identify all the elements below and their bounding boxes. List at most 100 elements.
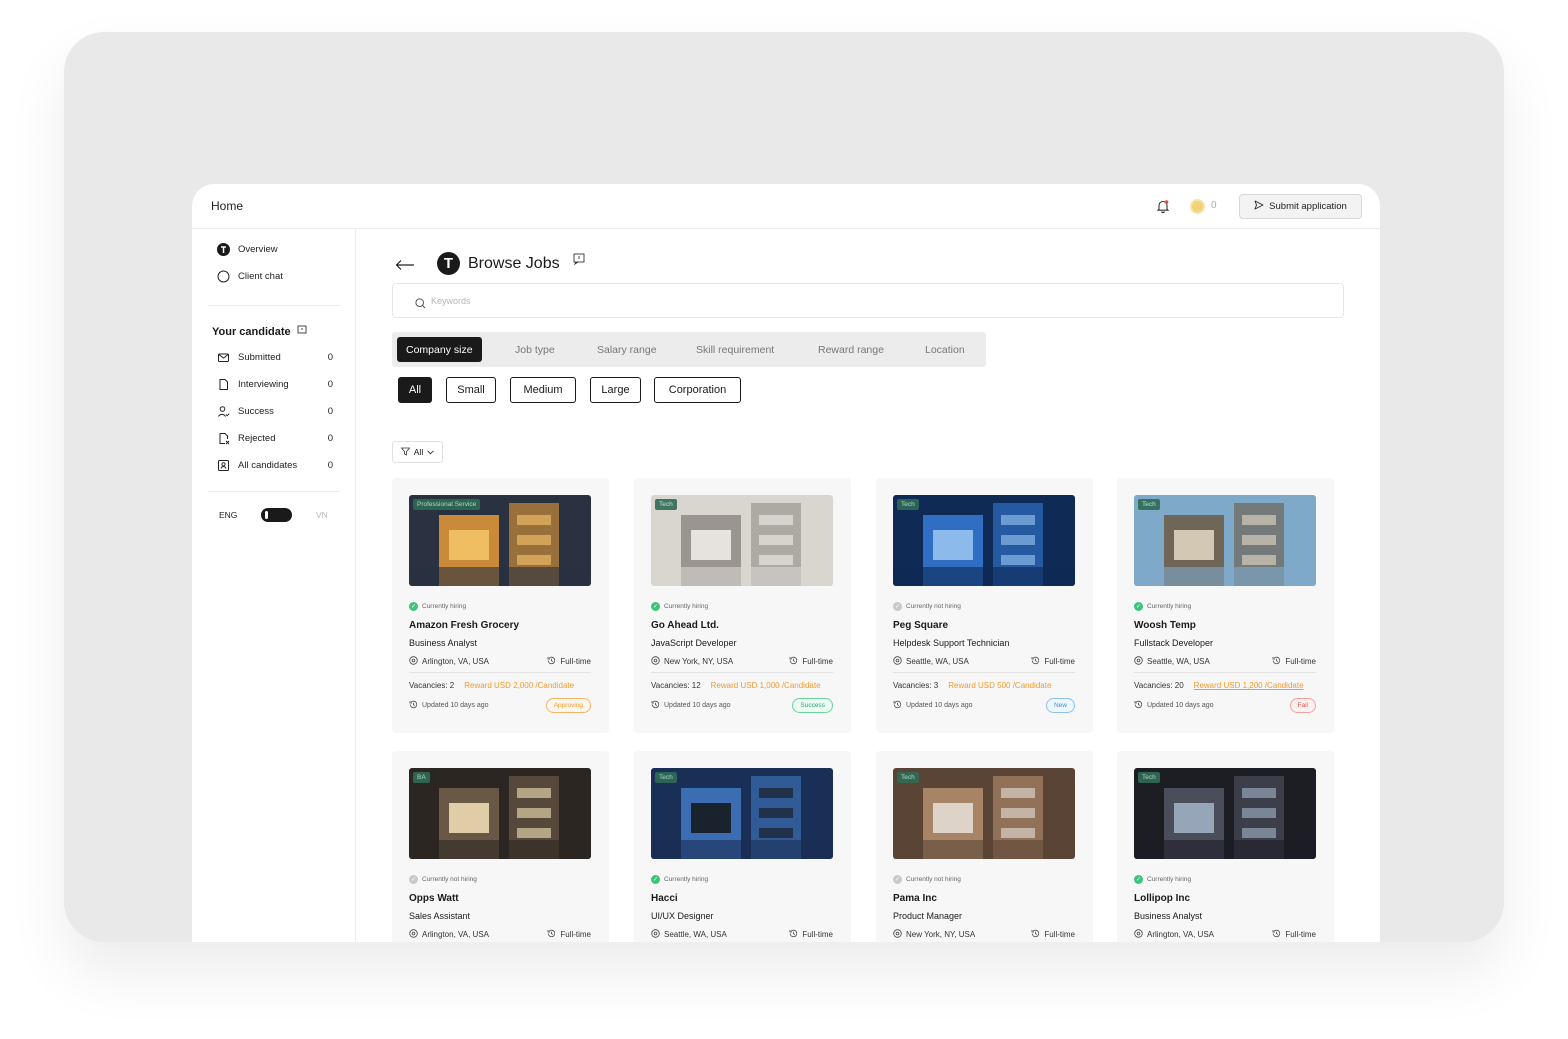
update-row: Updated 10 days ago Fail — [1134, 698, 1316, 713]
chip-corporation[interactable]: Corporation — [654, 377, 741, 403]
sidebar-item-count: 0 — [327, 352, 333, 363]
updated-time: Updated 10 days ago — [664, 702, 731, 709]
hiring-status: ✓ Currently not hiring — [893, 602, 961, 611]
note-icon[interactable] — [297, 325, 307, 338]
tab-location[interactable]: Location — [916, 337, 974, 362]
chip-medium[interactable]: Medium — [510, 377, 576, 403]
location-pin-icon — [409, 929, 418, 940]
sidebar-item-label: All candidates — [238, 460, 298, 471]
all-filter-label: All — [413, 447, 424, 457]
job-thumbnail[interactable]: BA — [409, 768, 591, 859]
company-name[interactable]: Amazon Fresh Grocery — [409, 620, 519, 631]
job-thumbnail[interactable]: Professional Service — [409, 495, 591, 586]
reward-amount: Reward USD 1,000 /Candidate — [710, 681, 821, 690]
job-role: Helpdesk Support Technician — [893, 638, 1010, 648]
hiring-status: ✓ Currently hiring — [651, 602, 708, 611]
search-input[interactable] — [431, 293, 1311, 309]
job-thumbnail[interactable]: Tech — [893, 495, 1075, 586]
clock-icon — [409, 700, 418, 711]
chip-all[interactable]: All — [398, 377, 432, 403]
job-card[interactable]: Tech ✓ Currently hiring Hacci UI/UX Designer… — [634, 751, 851, 942]
send-icon — [1254, 200, 1264, 213]
category-tag: BA — [413, 772, 430, 783]
job-card[interactable]: Tech ✓ Currently hiring Woosh Temp Fullstack… — [1117, 478, 1334, 733]
sidebar-item-submitted[interactable]: Submitted 0 — [217, 351, 333, 364]
home-breadcrumb[interactable]: Home — [211, 199, 243, 213]
job-role: UI/UX Designer — [651, 911, 714, 921]
language-toggle[interactable] — [261, 508, 292, 522]
search-icon — [415, 296, 426, 309]
card-divider — [651, 672, 833, 673]
job-location: Arlington, VA, USA — [1147, 930, 1214, 939]
location-pin-icon — [893, 656, 902, 667]
lang-eng-label[interactable]: ENG — [219, 510, 237, 520]
check-circle-icon: ✓ — [1134, 875, 1143, 884]
job-thumbnail[interactable]: Tech — [651, 495, 833, 586]
brand-logo-icon — [217, 243, 230, 256]
job-type: Full-time — [1044, 657, 1075, 666]
company-name[interactable]: Peg Square — [893, 620, 948, 631]
job-card[interactable]: Professional Service ✓ Currently hiring Ama… — [392, 478, 609, 733]
company-name[interactable]: Hacci — [651, 893, 678, 904]
all-filter-dropdown[interactable]: All — [392, 441, 443, 463]
note-icon[interactable] — [573, 252, 585, 266]
company-name[interactable]: Go Ahead Ltd. — [651, 620, 719, 631]
reward-amount[interactable]: Reward USD 1,200 /Candidate — [1194, 681, 1304, 690]
job-role: Business Analyst — [409, 638, 478, 648]
filter-funnel-icon — [400, 447, 411, 458]
lang-vn-label[interactable]: VN — [316, 510, 328, 520]
vacancy-row: Vacancies: 3 Reward USD 500 /Candidate — [893, 681, 1075, 690]
sidebar-divider — [208, 491, 340, 492]
sidebar-item-client-chat[interactable]: Client chat — [217, 270, 333, 283]
job-card[interactable]: Tech ✓ Currently not hiring Peg Square Helpd… — [876, 478, 1093, 733]
tab-job-type[interactable]: Job type — [506, 337, 564, 362]
job-location: Seattle, WA, USA — [1147, 657, 1210, 666]
hiring-status: ✓ Currently hiring — [409, 602, 466, 611]
sidebar-item-all-candidates[interactable]: All candidates 0 — [217, 459, 333, 472]
company-name[interactable]: Pama Inc — [893, 893, 937, 904]
company-name[interactable]: Woosh Temp — [1134, 620, 1196, 631]
job-type: Full-time — [1285, 930, 1316, 939]
job-card[interactable]: Tech ✓ Currently not hiring Pama Inc Product… — [876, 751, 1093, 942]
job-card[interactable]: BA ✓ Currently not hiring Opps Watt Sales As… — [392, 751, 609, 942]
job-role: Product Manager — [893, 911, 963, 921]
job-thumbnail[interactable]: Tech — [1134, 495, 1316, 586]
tab-reward-range[interactable]: Reward range — [809, 337, 893, 362]
sidebar-item-success[interactable]: Success 0 — [217, 405, 333, 418]
job-thumbnail[interactable]: Tech — [651, 768, 833, 859]
clock-icon — [893, 700, 902, 711]
tab-skill-requirement[interactable]: Skill requirement — [687, 337, 783, 362]
job-card[interactable]: Tech ✓ Currently hiring Go Ahead Ltd. JavaSc… — [634, 478, 851, 733]
company-name[interactable]: Opps Watt — [409, 893, 459, 904]
history-icon — [1031, 929, 1040, 940]
sidebar-item-count: 0 — [327, 460, 333, 471]
tab-company-size[interactable]: Company size — [397, 337, 482, 362]
tab-salary-range[interactable]: Salary range — [588, 337, 666, 362]
sidebar-item-interviewing[interactable]: Interviewing 0 — [217, 378, 333, 391]
user-check-icon — [217, 405, 230, 418]
vacancies-count: Vacancies: 2 — [409, 681, 455, 690]
job-thumbnail[interactable]: Tech — [893, 768, 1075, 859]
back-arrow-icon[interactable] — [395, 258, 415, 270]
location-pin-icon — [651, 929, 660, 940]
chip-small[interactable]: Small — [446, 377, 496, 403]
reward-amount: Reward USD 500 /Candidate — [948, 681, 1052, 690]
job-thumbnail[interactable]: Tech — [1134, 768, 1316, 859]
update-row: Updated 10 days ago Success — [651, 698, 833, 713]
job-type: Full-time — [802, 930, 833, 939]
hiring-status: ✓ Currently hiring — [1134, 875, 1191, 884]
job-card[interactable]: Tech ✓ Currently hiring Lollipop Inc Busines… — [1117, 751, 1334, 942]
sidebar-item-rejected[interactable]: Rejected 0 — [217, 432, 333, 445]
bell-icon[interactable] — [1155, 198, 1171, 214]
chip-large[interactable]: Large — [590, 377, 641, 403]
filter-tabs: Company size Job type Salary range Skill… — [392, 332, 986, 367]
status-badge: Fail — [1289, 698, 1316, 713]
hiring-status-label: Currently hiring — [1147, 876, 1192, 883]
company-name[interactable]: Lollipop Inc — [1134, 893, 1190, 904]
card-divider — [893, 672, 1075, 673]
submit-application-button[interactable]: Submit application — [1239, 194, 1362, 219]
sidebar-item-overview[interactable]: Overview — [217, 243, 333, 256]
sidebar-item-label: Success — [238, 406, 274, 417]
check-circle-icon: ✓ — [651, 875, 660, 884]
hiring-status-label: Currently not hiring — [906, 603, 961, 610]
